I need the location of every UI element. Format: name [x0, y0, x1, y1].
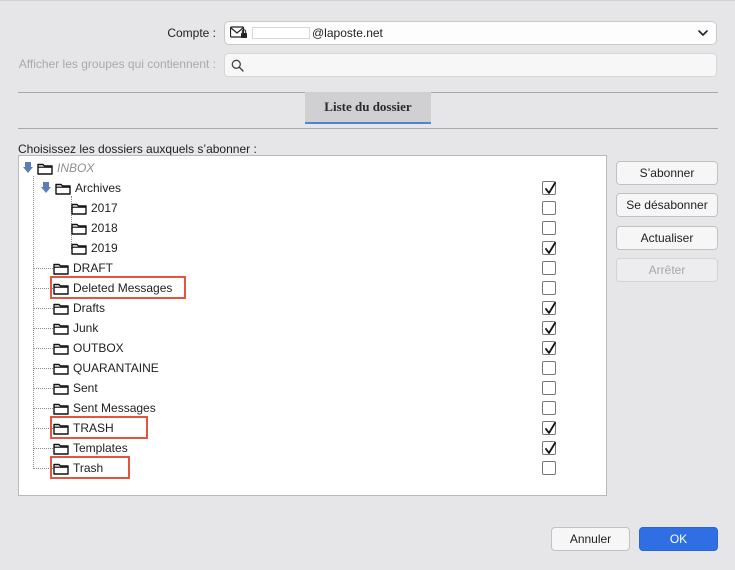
tree-row[interactable]: DRAFT [53, 258, 113, 278]
account-label: Compte : [167, 26, 216, 40]
checkmark-icon [545, 182, 556, 194]
folder-name: Sent Messages [73, 401, 156, 415]
subscribe-checkbox[interactable] [542, 421, 556, 435]
account-address: @laposte.net [312, 26, 383, 40]
folder-name: Drafts [73, 301, 106, 315]
search-icon [231, 59, 244, 72]
subscribe-checkbox[interactable] [542, 241, 556, 255]
checkmark-icon [545, 422, 556, 434]
tree-row[interactable]: Drafts [53, 298, 105, 318]
tree-row[interactable]: 2019 [71, 238, 118, 258]
ok-button[interactable]: OK [639, 527, 718, 551]
subscribe-checkbox[interactable] [542, 401, 556, 415]
folder-name: OUTBOX [73, 341, 124, 355]
checkmark-icon [545, 442, 556, 454]
checkmark-icon [545, 302, 556, 314]
subscribe-checkbox[interactable] [542, 321, 556, 335]
tree-guide-branch [33, 368, 53, 369]
folder-name: DRAFT [73, 261, 113, 275]
tree-guide-branch [33, 308, 53, 309]
subscribe-checkbox[interactable] [542, 301, 556, 315]
tree-row[interactable]: Sent [53, 378, 98, 398]
mail-lock-icon [230, 26, 247, 38]
tree-row[interactable]: 2017 [71, 198, 118, 218]
tree-guide-branch [33, 348, 53, 349]
tab-separator-bottom [18, 128, 718, 129]
folder-name: 2018 [91, 221, 118, 235]
folder-icon [37, 163, 53, 175]
tree-guide-branch [33, 448, 53, 449]
tree-row[interactable]: Sent Messages [53, 398, 156, 418]
folder-name: Archives [75, 181, 122, 195]
subscribe-checkbox[interactable] [542, 341, 556, 355]
stop-button[interactable]: Arrêter [616, 258, 718, 282]
refresh-button[interactable]: Actualiser [616, 226, 718, 250]
folder-list-label: Choisissez les dossiers auxquels s’abonn… [18, 142, 257, 156]
folder-icon [53, 343, 69, 355]
tree-row[interactable]: Junk [53, 318, 98, 338]
folder-name: INBOX [57, 161, 95, 175]
subscribe-checkbox[interactable] [542, 441, 556, 455]
subscribe-checkbox[interactable] [542, 281, 556, 295]
expand-arrow-icon[interactable] [41, 182, 51, 194]
folder-icon [53, 443, 69, 455]
account-select[interactable]: @laposte.net [224, 21, 717, 45]
unsubscribe-button[interactable]: Se désabonner [616, 193, 718, 217]
tree-guide-branch [33, 408, 53, 409]
tree-row[interactable]: INBOX [23, 158, 94, 178]
folder-icon [53, 403, 69, 415]
tree-guide-branch [33, 388, 53, 389]
folder-name: 2019 [91, 241, 118, 255]
folder-name: 2017 [91, 201, 118, 215]
checkmark-icon [545, 242, 556, 254]
annotation-highlight-box [50, 416, 148, 439]
tree-row[interactable]: Templates [53, 438, 128, 458]
folder-icon [71, 203, 87, 215]
filter-input[interactable] [249, 56, 709, 74]
cancel-button[interactable]: Annuler [551, 527, 630, 551]
subscribe-checkbox[interactable] [542, 461, 556, 475]
folder-name: Junk [73, 321, 99, 335]
folder-icon [71, 223, 87, 235]
checkmark-icon [545, 342, 556, 354]
folder-icon [53, 383, 69, 395]
filter-field[interactable] [224, 53, 717, 77]
subscribe-checkbox[interactable] [542, 201, 556, 215]
window-top-border [0, 0, 735, 1]
tree-guide-root [33, 176, 34, 469]
folder-icon [53, 263, 69, 275]
tree-guide-branch [33, 328, 53, 329]
tree-row[interactable]: Archives [41, 178, 121, 198]
subscribe-checkbox[interactable] [542, 261, 556, 275]
folder-name: Sent [73, 381, 98, 395]
folder-icon [53, 323, 69, 335]
chevron-down-icon [698, 30, 708, 36]
folder-icon [53, 363, 69, 375]
tab-folder-list[interactable]: Liste du dossier [305, 92, 431, 124]
subscribe-button[interactable]: S’abonner [616, 161, 718, 185]
annotation-highlight-box [50, 456, 130, 479]
folder-icon [53, 303, 69, 315]
folder-icon [55, 183, 71, 195]
tree-row[interactable]: QUARANTAINE [53, 358, 159, 378]
checkmark-icon [545, 322, 556, 334]
annotation-highlight-box [50, 276, 186, 299]
tree-guide-branch [33, 268, 53, 269]
tree-row[interactable]: 2018 [71, 218, 118, 238]
folder-name: Templates [73, 441, 128, 455]
folder-name: QUARANTAINE [73, 361, 159, 375]
filter-label: Afficher les groupes qui contiennent : [18, 57, 216, 71]
tree-row[interactable]: OUTBOX [53, 338, 124, 358]
expand-arrow-icon[interactable] [23, 162, 33, 174]
folder-tree[interactable]: INBOX Archives 2017 2018 2019 DRAFT Deleted Me… [18, 155, 607, 496]
subscribe-checkbox[interactable] [542, 381, 556, 395]
folder-icon [71, 243, 87, 255]
subscribe-checkbox[interactable] [542, 221, 556, 235]
subscribe-checkbox[interactable] [542, 361, 556, 375]
redacted-username [252, 27, 310, 39]
subscribe-checkbox[interactable] [542, 181, 556, 195]
